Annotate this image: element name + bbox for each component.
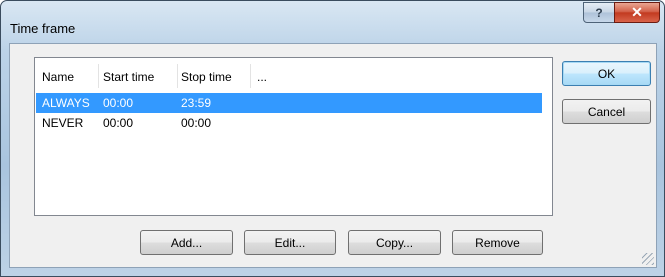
- window-title: Time frame: [10, 21, 76, 36]
- cell-stop-time: 23:59: [181, 96, 212, 110]
- close-icon: ✕: [631, 4, 643, 20]
- help-icon: ?: [595, 5, 603, 20]
- cell-name: NEVER: [42, 116, 84, 130]
- close-button[interactable]: ✕: [614, 2, 660, 23]
- copy-button[interactable]: Copy...: [348, 230, 441, 255]
- time-frame-dialog: Time frame ? ✕ Name Start time Stop time…: [0, 0, 665, 277]
- column-header-stop-time[interactable]: Stop time: [181, 70, 232, 84]
- column-header-more[interactable]: ...: [257, 70, 267, 84]
- edit-button[interactable]: Edit...: [244, 230, 336, 255]
- cell-start-time: 00:00: [103, 116, 134, 130]
- remove-button[interactable]: Remove: [452, 230, 543, 255]
- time-frame-list[interactable]: Name Start time Stop time ... ALWAYS 00:…: [34, 57, 553, 216]
- cell-name: ALWAYS: [42, 96, 90, 110]
- cell-stop-time: 00:00: [181, 116, 212, 130]
- title-bar[interactable]: Time frame ? ✕: [1, 1, 664, 42]
- add-button[interactable]: Add...: [140, 230, 233, 255]
- resize-grip[interactable]: [642, 253, 654, 265]
- column-divider[interactable]: [250, 64, 251, 88]
- column-header-name[interactable]: Name: [42, 70, 74, 84]
- help-button[interactable]: ?: [583, 2, 615, 23]
- column-divider[interactable]: [98, 64, 99, 88]
- cell-start-time: 00:00: [103, 96, 134, 110]
- cancel-button[interactable]: Cancel: [562, 99, 651, 124]
- table-row[interactable]: NEVER 00:00 00:00: [36, 113, 542, 133]
- ok-button[interactable]: OK: [562, 61, 651, 86]
- list-header: Name Start time Stop time ...: [35, 58, 552, 92]
- column-divider[interactable]: [177, 64, 178, 88]
- column-header-start-time[interactable]: Start time: [103, 70, 154, 84]
- dialog-body: Name Start time Stop time ... ALWAYS 00:…: [9, 43, 657, 268]
- table-row[interactable]: ALWAYS 00:00 23:59: [36, 93, 542, 113]
